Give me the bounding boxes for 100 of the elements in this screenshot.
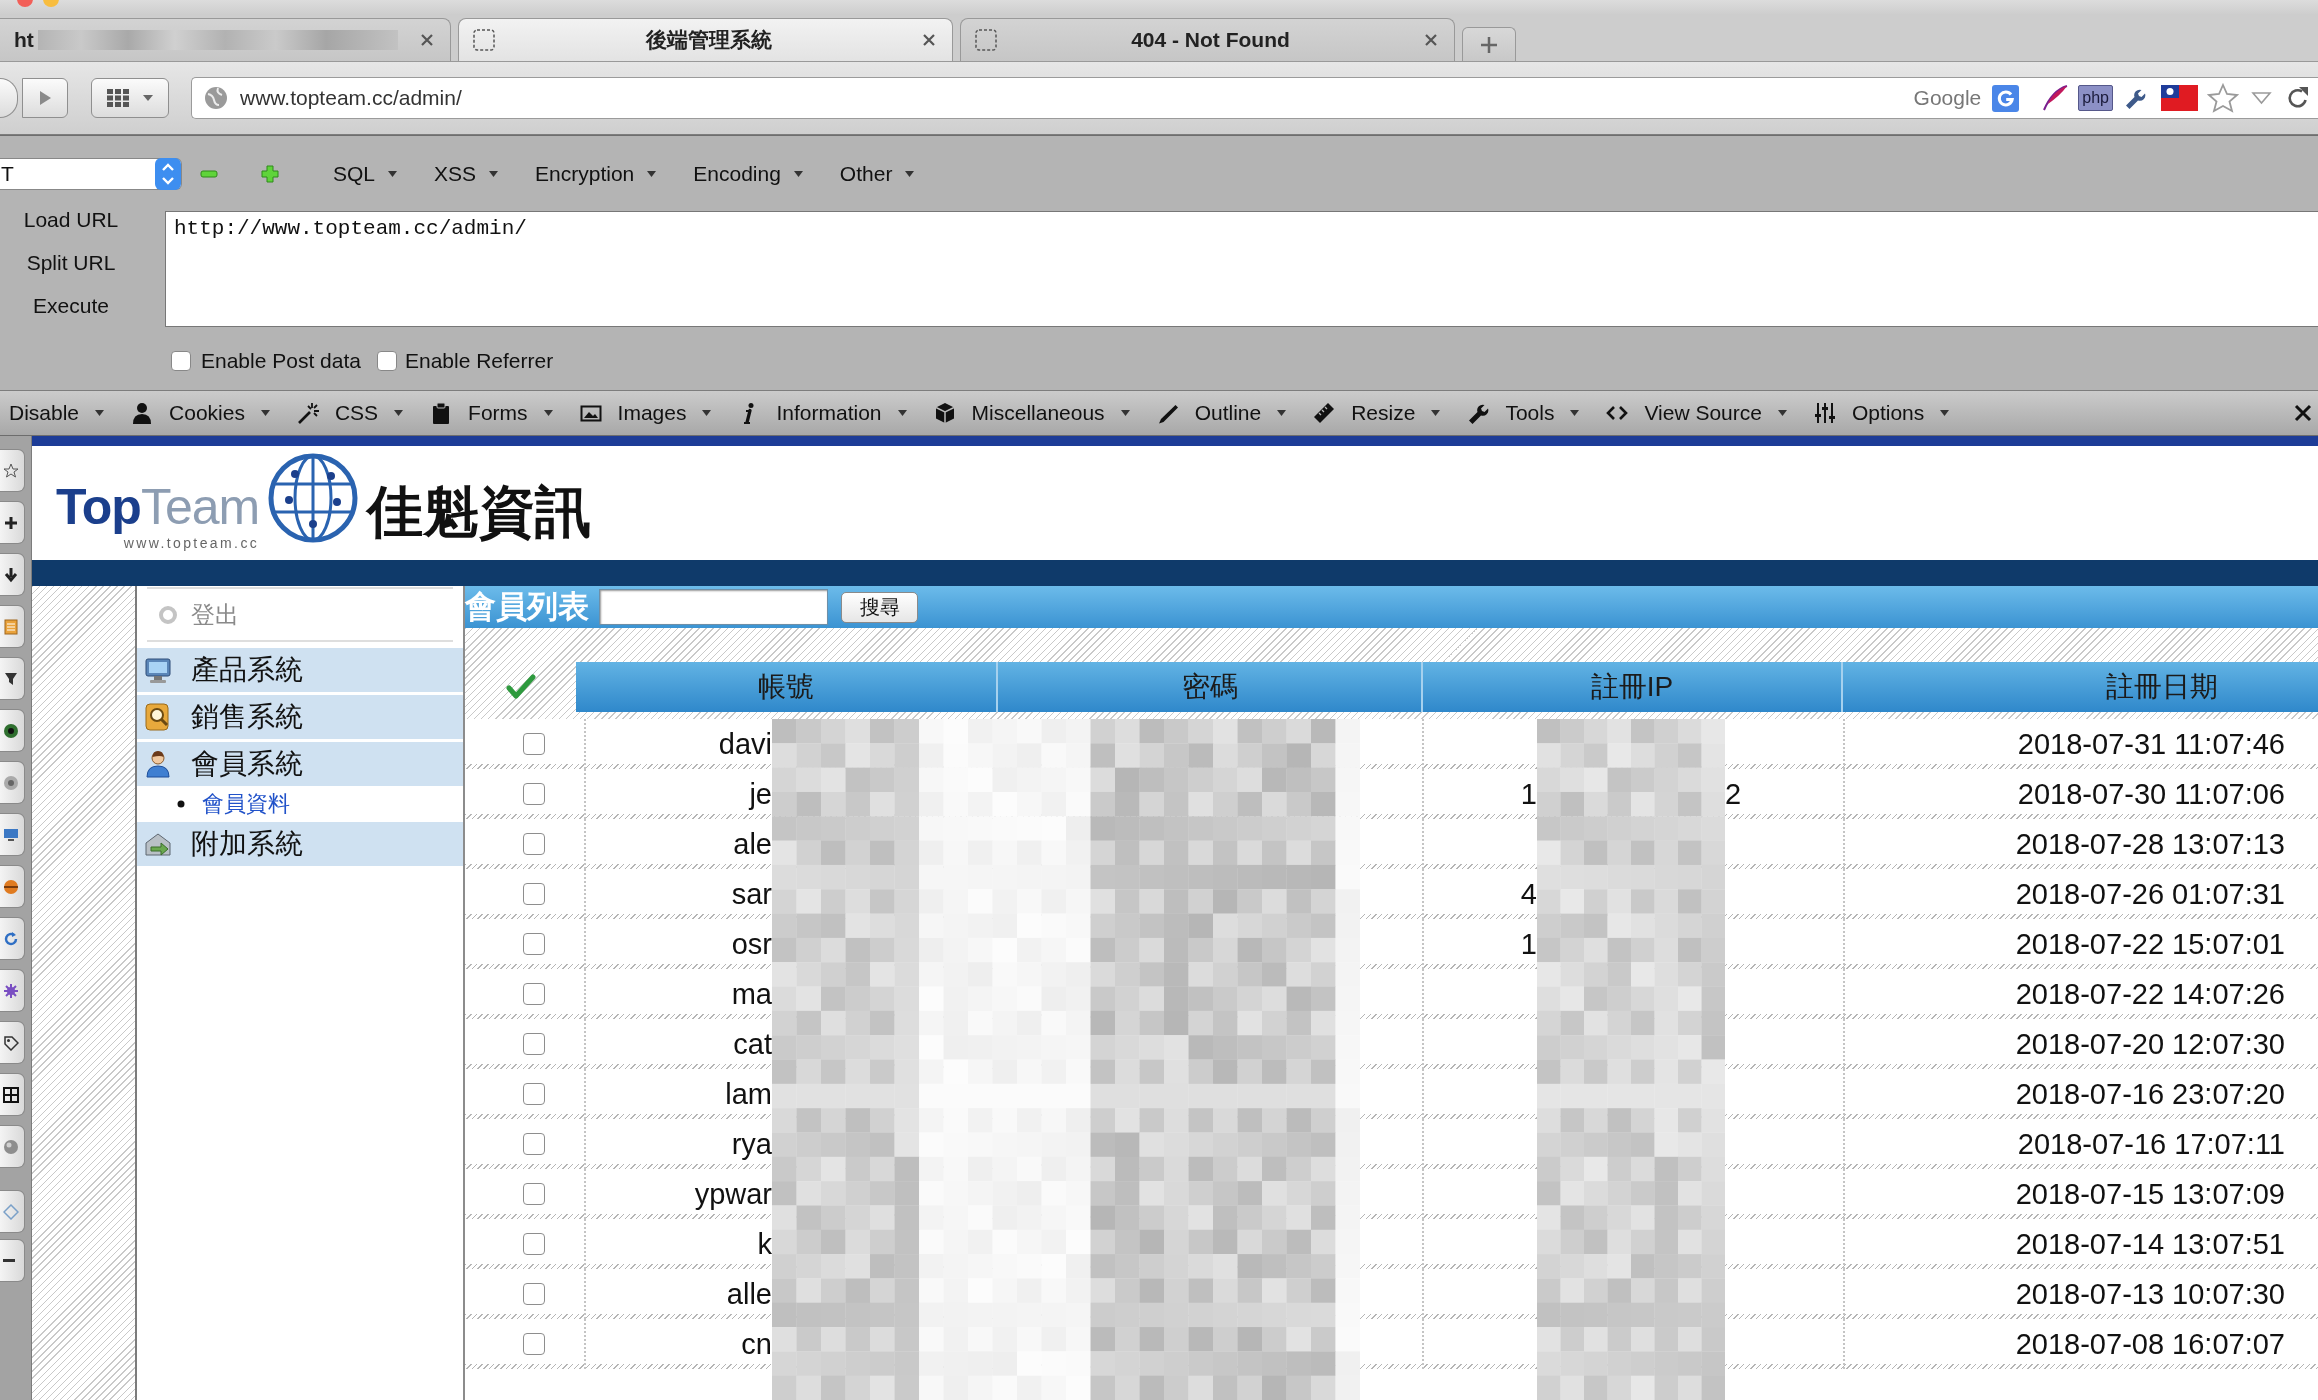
menu-button[interactable]: Disable — [9, 401, 105, 425]
php-extension-button[interactable]: php — [2078, 85, 2113, 111]
row-checkbox[interactable] — [522, 883, 545, 905]
menu-button[interactable]: Encoding — [693, 162, 803, 186]
row-checkbox[interactable] — [522, 733, 545, 755]
account-name: alle — [726, 1277, 772, 1311]
side-toolbar-button[interactable] — [0, 709, 25, 752]
caret-icon — [1777, 410, 1787, 416]
row-checkbox[interactable] — [522, 983, 545, 1005]
search-badge-icon[interactable] — [1992, 84, 2020, 112]
minus-icon[interactable] — [200, 169, 218, 179]
feather-icon[interactable] — [2041, 84, 2070, 112]
side-toolbar-button[interactable] — [0, 1239, 25, 1282]
grid-icon — [107, 89, 129, 107]
side-toolbar-button[interactable] — [0, 657, 25, 700]
new-tab-button[interactable] — [1462, 27, 1516, 61]
monitor-icon — [3, 826, 19, 843]
row-checkbox[interactable] — [522, 1033, 545, 1055]
menu-button[interactable]: Options — [1813, 401, 1950, 425]
pencil-icon — [1156, 402, 1179, 424]
menu-item[interactable]: 銷售系統 — [137, 695, 463, 739]
account-name: cn — [741, 1327, 772, 1361]
account-name: cat — [733, 1027, 772, 1061]
side-toolbar-button[interactable] — [0, 501, 25, 544]
checkbox[interactable] — [376, 351, 397, 371]
row-checkbox[interactable] — [522, 783, 545, 805]
checkbox[interactable] — [171, 351, 191, 371]
flag-icon[interactable] — [2161, 85, 2198, 111]
close-icon[interactable] — [420, 33, 434, 47]
browser-tab[interactable]: 404 - Not Found — [960, 18, 1455, 61]
row-checkbox[interactable] — [522, 1083, 545, 1105]
menu-item[interactable]: 附加系統 — [137, 822, 463, 866]
registration-date: 2018-07-15 13:07:09 — [2015, 1177, 2285, 1211]
search-button[interactable]: 搜尋 — [841, 591, 918, 623]
row-checkbox[interactable] — [522, 833, 545, 855]
search-field[interactable] — [599, 589, 828, 625]
menu-button[interactable]: Forms — [430, 401, 553, 425]
action-button[interactable]: Load URL — [23, 199, 119, 242]
person-icon — [143, 749, 173, 779]
dash-icon — [3, 1259, 15, 1262]
ip-address-fragment: 4 — [1520, 877, 1537, 911]
menu-button[interactable]: Images — [579, 401, 712, 425]
action-button[interactable]: Split URL — [26, 241, 116, 285]
side-toolbar-button[interactable] — [0, 865, 25, 908]
url-input-field[interactable]: http://www.topteam.cc/admin/ — [165, 211, 2318, 327]
menu-button[interactable]: XSS — [434, 162, 499, 186]
menu-button[interactable]: Other — [839, 162, 915, 186]
row-checkbox[interactable] — [522, 1233, 545, 1255]
menu-button[interactable]: View Source — [1606, 401, 1787, 425]
menu-button[interactable]: Outline — [1156, 401, 1287, 425]
plus-icon[interactable] — [261, 165, 279, 183]
document-icon — [3, 618, 19, 635]
logo-wordmark: TopTeam — [56, 482, 260, 532]
caret-icon — [489, 171, 499, 177]
side-toolbar-button[interactable] — [0, 1021, 25, 1064]
back-button[interactable] — [0, 78, 18, 118]
caret-icon[interactable] — [2251, 91, 2272, 105]
check-icon[interactable] — [505, 674, 536, 700]
side-toolbar-button[interactable] — [0, 553, 25, 596]
forward-button[interactable] — [22, 78, 68, 118]
user-icon — [131, 402, 154, 424]
registration-date: 2018-07-30 11:07:06 — [2017, 777, 2285, 811]
browser-tab[interactable]: 後端管理系統 — [458, 18, 953, 61]
cycle-icon — [3, 930, 19, 947]
caret-icon — [1940, 410, 1950, 416]
mode-select[interactable]: T — [0, 158, 182, 190]
action-button[interactable]: Execute — [33, 284, 109, 327]
row-checkbox[interactable] — [522, 1133, 545, 1155]
menu-item[interactable]: 產品系統 — [137, 648, 463, 692]
row-checkbox[interactable] — [522, 933, 545, 955]
row-checkbox[interactable] — [522, 1283, 545, 1305]
down-arrow-icon — [3, 566, 19, 583]
menu-item[interactable]: 會員系統 — [137, 742, 463, 786]
menu-button[interactable]: Resize — [1313, 401, 1441, 425]
window-close-button[interactable] — [16, 0, 34, 7]
browser-tab[interactable]: ht — [0, 18, 451, 61]
close-icon[interactable] — [2294, 404, 2312, 422]
menu-button[interactable]: CSS — [296, 401, 404, 425]
close-icon[interactable] — [1424, 33, 1438, 47]
menu-button[interactable]: Encryption — [535, 162, 657, 186]
wrench-icon[interactable] — [2124, 87, 2146, 109]
ip-address-fragment: 1 — [1520, 927, 1537, 961]
menu-button[interactable]: Cookies — [131, 401, 270, 425]
row-checkbox[interactable] — [522, 1333, 545, 1355]
registration-date: 2018-07-26 01:07:31 — [2015, 877, 2285, 911]
reload-icon[interactable] — [2286, 86, 2309, 110]
apps-button[interactable] — [91, 78, 169, 118]
menu-button[interactable]: Information — [738, 401, 907, 425]
star-icon[interactable] — [2207, 83, 2239, 113]
sphere-icon — [3, 1138, 19, 1155]
caret-icon — [905, 171, 915, 177]
menu-button[interactable]: Tools — [1467, 401, 1580, 425]
menu-button[interactable]: Miscellaneous — [933, 401, 1130, 425]
close-icon[interactable] — [922, 33, 936, 47]
ip-address-fragment: 1 — [1520, 777, 1537, 811]
row-checkbox[interactable] — [522, 1183, 545, 1205]
address-field[interactable]: www.topteam.cc/admin/ Google php — [191, 77, 2318, 119]
menu-button[interactable]: SQL — [333, 162, 398, 186]
side-toolbar-button[interactable] — [0, 1073, 25, 1116]
registration-date: 2018-07-28 13:07:13 — [2015, 827, 2285, 861]
